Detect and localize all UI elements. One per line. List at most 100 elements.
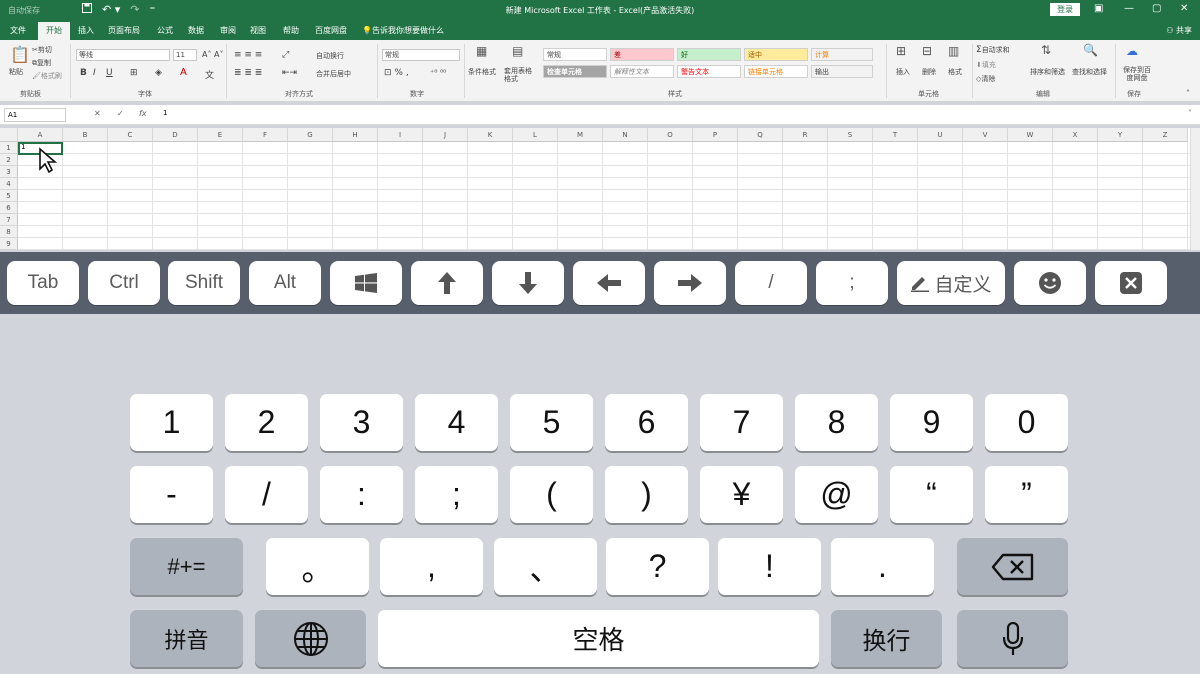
tab-formulas[interactable]: 公式 (157, 25, 173, 36)
clear-button[interactable]: ◇清除 (976, 74, 995, 84)
key-comma[interactable]: , (380, 538, 483, 595)
formula-input[interactable]: 1 (163, 109, 167, 117)
copy-button[interactable]: ⧉复制 (32, 58, 51, 68)
tab-page-layout[interactable]: 页面布局 (108, 25, 140, 36)
wrap-text-button[interactable]: 自动换行 (316, 51, 344, 61)
style-normal[interactable]: 常规 (543, 48, 607, 61)
name-box[interactable]: A1 (4, 108, 66, 122)
column-header[interactable]: Y (1098, 128, 1143, 142)
key-hyphen[interactable]: - (130, 466, 213, 523)
style-linked-cell[interactable]: 链接单元格 (744, 65, 808, 78)
column-header[interactable]: U (918, 128, 963, 142)
key-1[interactable]: 1 (130, 394, 213, 451)
key-at[interactable]: @ (795, 466, 878, 523)
key-6[interactable]: 6 (605, 394, 688, 451)
style-neutral[interactable]: 适中 (744, 48, 808, 61)
conditional-format-icon[interactable]: ▦ (476, 44, 487, 58)
key-right-quote[interactable]: ” (985, 466, 1068, 523)
key-4[interactable]: 4 (415, 394, 498, 451)
key-5[interactable]: 5 (510, 394, 593, 451)
arrow-up-key[interactable] (411, 261, 483, 305)
row-header[interactable]: 9 (0, 238, 18, 250)
sort-filter-button[interactable]: 排序和筛选 (1030, 67, 1065, 77)
space-key[interactable]: 空格 (378, 610, 819, 667)
delete-cells-button[interactable]: 删除 (922, 67, 936, 77)
slash-key[interactable]: / (735, 261, 807, 305)
tab-insert[interactable]: 插入 (78, 25, 94, 36)
key-semicolon[interactable]: ; (415, 466, 498, 523)
arrow-left-key[interactable] (573, 261, 645, 305)
column-header[interactable]: X (1053, 128, 1098, 142)
cancel-entry-icon[interactable]: ✕ (94, 109, 101, 118)
windows-key[interactable] (330, 261, 402, 305)
format-painter-button[interactable]: 🖌格式刷 (32, 71, 62, 81)
column-header[interactable]: V (963, 128, 1008, 142)
row-header[interactable]: 5 (0, 190, 18, 202)
format-cells-button[interactable]: 格式 (948, 67, 962, 77)
orientation-icon[interactable]: ⤢ (282, 50, 289, 60)
minimize-icon[interactable]: — (1124, 3, 1134, 14)
column-header[interactable]: W (1008, 128, 1053, 142)
row-header[interactable]: 4 (0, 178, 18, 190)
baidu-netdisk-icon[interactable]: ☁ (1126, 44, 1138, 58)
close-icon[interactable]: ✕ (1180, 3, 1188, 14)
font-color-button[interactable]: A (180, 67, 187, 78)
column-header[interactable]: H (333, 128, 378, 142)
key-exclamation[interactable]: ! (718, 538, 821, 595)
shift-key[interactable]: Shift (168, 261, 240, 305)
collapse-ribbon-icon[interactable]: ˄ (1186, 89, 1190, 98)
autosum-button[interactable]: Σ自动求和 (976, 45, 1010, 55)
spreadsheet-grid[interactable]: ABCDEFGHIJKLMNOPQRSTUVWXYZ1234567891 (0, 128, 1190, 250)
key-0[interactable]: 0 (985, 394, 1068, 451)
confirm-entry-icon[interactable]: ✓ (117, 109, 124, 118)
arrow-down-key[interactable] (492, 261, 564, 305)
column-header[interactable]: S (828, 128, 873, 142)
key-period[interactable]: . (831, 538, 934, 595)
find-select-icon[interactable]: 🔍 (1083, 43, 1098, 57)
key-colon[interactable]: : (320, 466, 403, 523)
column-header[interactable]: B (63, 128, 108, 142)
key-8[interactable]: 8 (795, 394, 878, 451)
maximize-icon[interactable]: ▢ (1152, 3, 1161, 14)
ctrl-key[interactable]: Ctrl (88, 261, 160, 305)
sort-filter-icon[interactable]: ⇅ (1041, 43, 1051, 57)
key-3[interactable]: 3 (320, 394, 403, 451)
bold-button[interactable]: B (80, 68, 87, 78)
key-left-quote[interactable]: “ (890, 466, 973, 523)
borders-button[interactable]: ⊞ (130, 68, 138, 78)
font-name-select[interactable]: 等线 (76, 49, 170, 61)
column-header[interactable]: D (153, 128, 198, 142)
phonetic-button[interactable]: 文 (205, 68, 214, 81)
delete-cells-icon[interactable]: ⊟ (922, 44, 932, 58)
style-warning[interactable]: 警告文本 (677, 65, 741, 78)
column-header[interactable]: J (423, 128, 468, 142)
column-header[interactable]: F (243, 128, 288, 142)
key-9[interactable]: 9 (890, 394, 973, 451)
tab-file[interactable]: 文件 (10, 25, 26, 36)
conditional-format-button[interactable]: 条件格式 (468, 67, 496, 77)
login-button[interactable]: 登录 (1050, 3, 1080, 16)
symbols-key[interactable]: #+= (130, 538, 243, 595)
column-header[interactable]: O (648, 128, 693, 142)
row-header[interactable]: 8 (0, 226, 18, 238)
font-grow-button[interactable]: A˄ A˅ (202, 50, 224, 59)
key-slash[interactable]: / (225, 466, 308, 523)
currency-icon[interactable]: ⊡ % , (384, 68, 409, 78)
save-to-netdisk-button[interactable]: 保存到百度网盘 (1120, 66, 1154, 82)
column-header[interactable]: N (603, 128, 648, 142)
column-header[interactable]: R (783, 128, 828, 142)
style-check-cell[interactable]: 检查单元格 (543, 65, 607, 78)
expand-formula-icon[interactable]: ˅ (1188, 109, 1192, 118)
key-question[interactable]: ? (606, 538, 709, 595)
column-header[interactable]: K (468, 128, 513, 142)
tab-view[interactable]: 视图 (250, 25, 266, 36)
align-left-icon[interactable]: ≣ ≣ ≣ (234, 68, 262, 78)
semicolon-key[interactable]: ; (816, 261, 888, 305)
column-header[interactable]: M (558, 128, 603, 142)
column-header[interactable]: I (378, 128, 423, 142)
alt-key[interactable]: Alt (249, 261, 321, 305)
font-size-select[interactable]: 11 (173, 49, 197, 61)
column-header[interactable]: L (513, 128, 558, 142)
merge-center-button[interactable]: 合并后居中 (316, 69, 351, 79)
row-header[interactable]: 3 (0, 166, 18, 178)
